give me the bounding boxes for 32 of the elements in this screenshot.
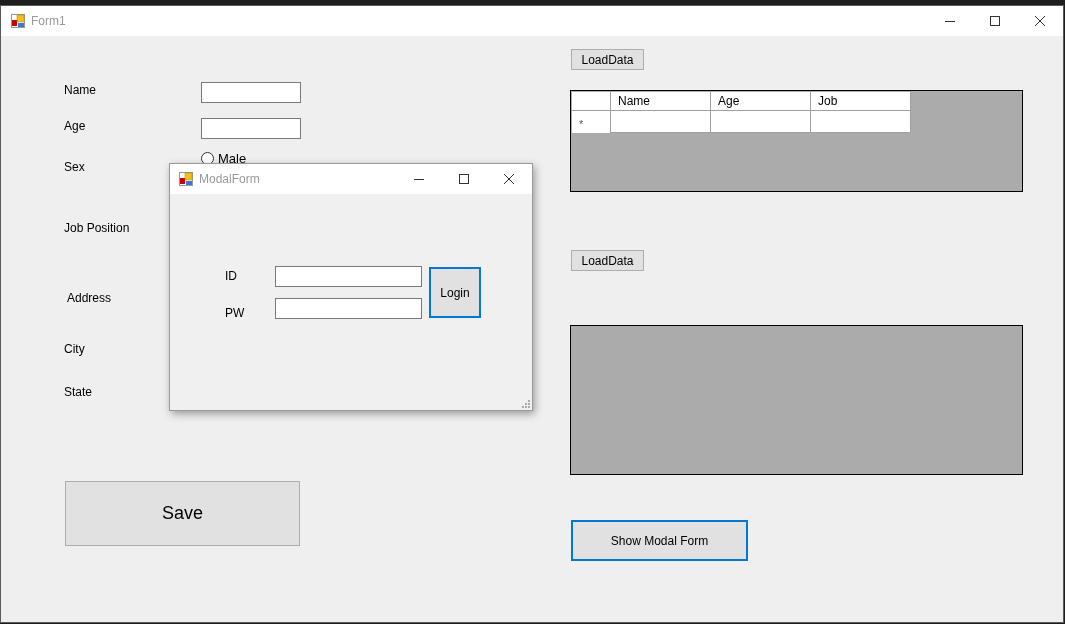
window-title: Form1	[31, 13, 66, 30]
maximize-icon[interactable]	[990, 16, 1000, 26]
window-title: ModalForm	[199, 171, 260, 188]
app-icon	[179, 172, 193, 186]
text-field[interactable]	[201, 82, 301, 103]
text-field[interactable]	[201, 118, 301, 139]
login-button[interactable]: Login	[429, 267, 481, 318]
field-label: Sex	[64, 159, 85, 176]
field-label: Job Position	[64, 220, 130, 237]
text-field[interactable]	[275, 266, 422, 287]
save-button[interactable]: Save	[65, 481, 300, 546]
load-data-button[interactable]: LoadData	[571, 49, 644, 70]
field-label: Address	[67, 290, 112, 307]
column-header: Job	[811, 92, 911, 111]
column-header: Age	[711, 92, 811, 111]
field-label: State	[64, 384, 93, 401]
show-modal-button[interactable]: Show Modal Form	[571, 520, 748, 561]
field-label: ID	[225, 268, 237, 285]
field-label: Name	[64, 82, 96, 99]
maximize-icon[interactable]	[459, 174, 469, 184]
close-icon[interactable]	[504, 174, 514, 184]
field-label: City	[64, 341, 85, 358]
size-grip-icon[interactable]	[522, 400, 530, 408]
field-label: PW	[225, 305, 245, 322]
close-icon[interactable]	[1035, 16, 1045, 26]
row-header: *	[572, 111, 611, 133]
text-field[interactable]	[275, 298, 422, 319]
app-icon	[11, 14, 25, 28]
radio-label: Male	[218, 150, 247, 168]
load-data-button[interactable]: LoadData	[571, 250, 644, 271]
field-label: Age	[64, 118, 86, 135]
column-header: Name	[611, 92, 711, 111]
